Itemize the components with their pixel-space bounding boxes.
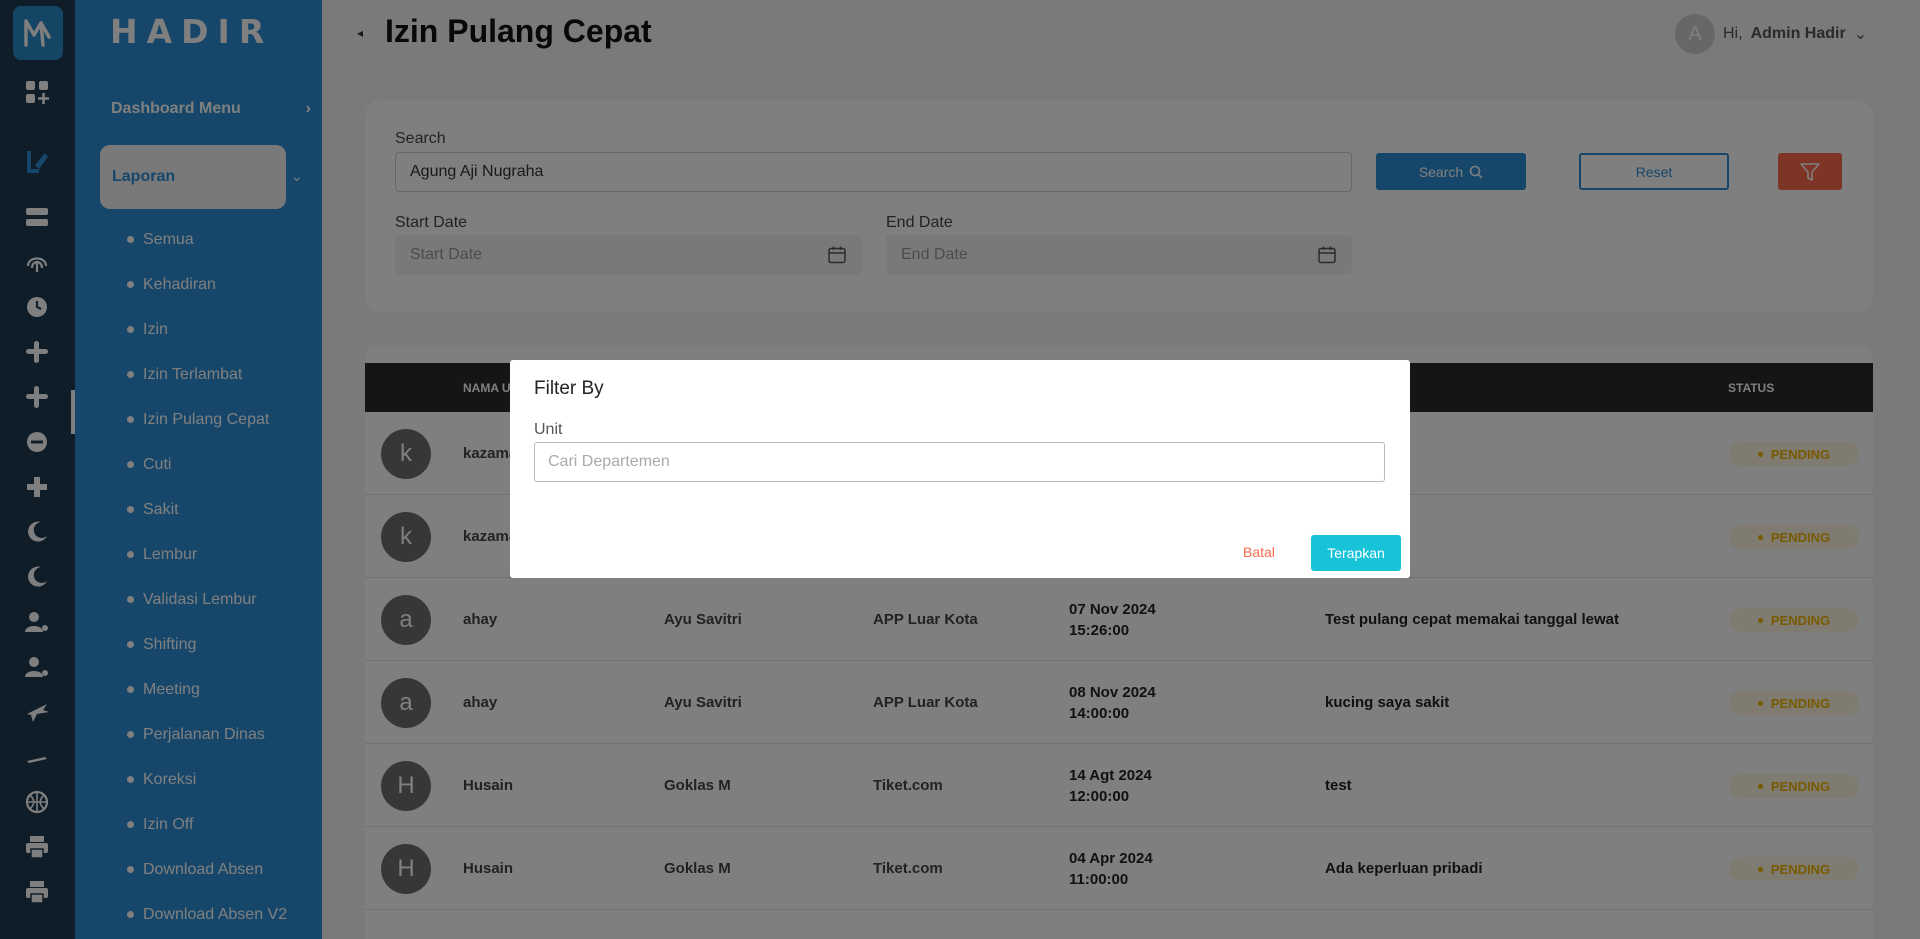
filter-modal: Filter By Unit Batal Terapkan [510,360,1410,578]
cancel-button[interactable]: Batal [1243,544,1275,560]
unit-label: Unit [534,421,563,438]
apply-button[interactable]: Terapkan [1311,535,1401,571]
unit-search-input[interactable] [534,442,1385,482]
modal-title: Filter By [534,378,604,399]
